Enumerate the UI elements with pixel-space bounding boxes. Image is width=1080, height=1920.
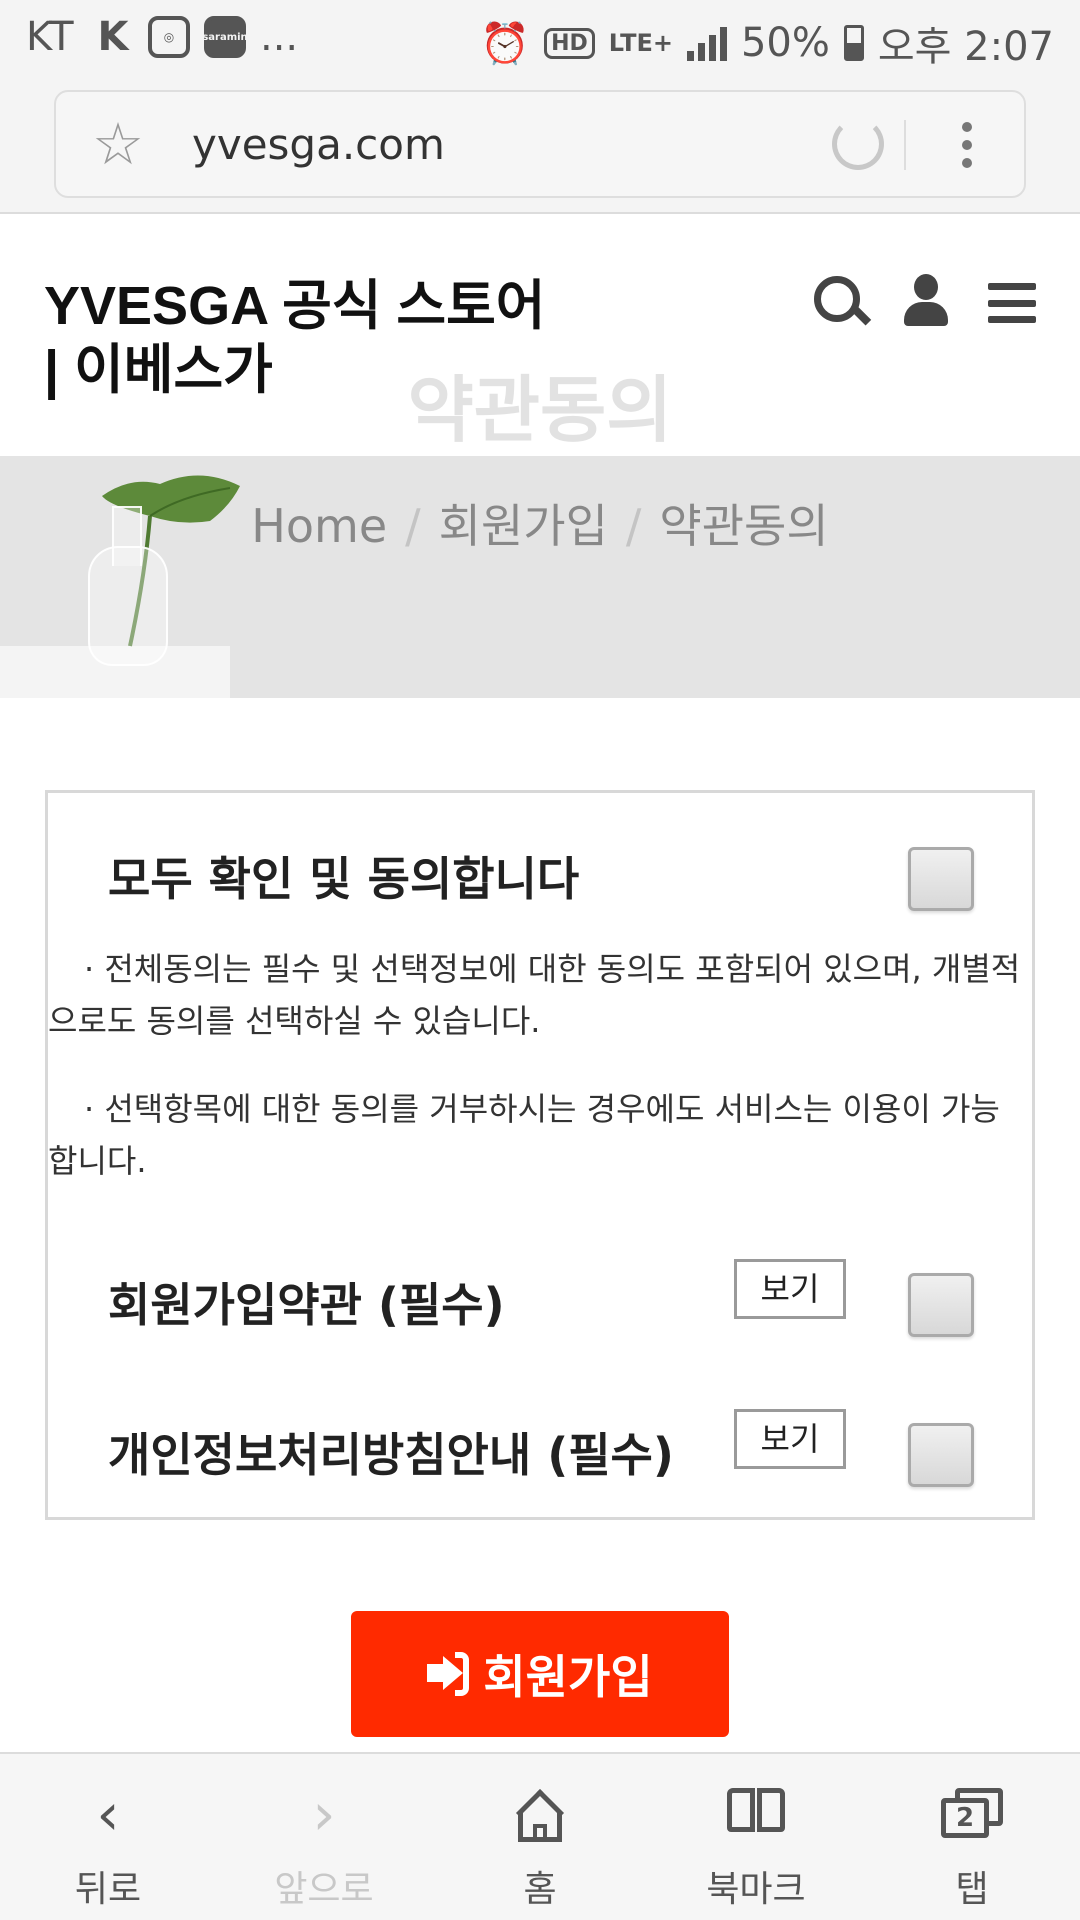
battery-icon (843, 25, 864, 61)
privacy-label: 개인정보처리방침안내 (필수) (108, 1428, 674, 1482)
nav-home-label: 홈 (523, 1869, 557, 1910)
nav-forward-label: 앞으로 (274, 1869, 374, 1910)
user-icon[interactable] (900, 274, 952, 326)
agreement-panel: 모두 확인 및 동의합니다 · 전체동의는 필수 및 선택정보에 대한 동의도 … (45, 790, 1035, 1520)
tabs-icon: 2 (941, 1788, 1003, 1840)
terms-view-button[interactable]: 보기 (734, 1259, 846, 1319)
nav-forward[interactable]: › 앞으로 (216, 1754, 432, 1920)
agree-all-checkbox[interactable] (908, 847, 974, 911)
join-button-label: 회원가입 (483, 1650, 653, 1704)
nav-tabs[interactable]: 2 탭 (864, 1754, 1080, 1920)
header-icons (812, 274, 1040, 326)
hamburger-menu-icon[interactable] (988, 283, 1040, 323)
back-icon: ‹ (96, 1780, 120, 1848)
notice-text-1: · 전체동의는 필수 및 선택정보에 대한 동의도 포함되어 있으며, 개별적으… (48, 950, 1021, 1040)
alarm-icon: ⏰ (480, 20, 531, 67)
nav-bookmarks[interactable]: 북마크 (648, 1754, 864, 1920)
hd-icon: HD (544, 27, 595, 59)
address-bar[interactable]: ☆ yvesga.com (54, 90, 1026, 198)
terms-checkbox[interactable] (908, 1273, 974, 1337)
url-text[interactable]: yvesga.com (192, 120, 445, 169)
privacy-view-button[interactable]: 보기 (734, 1409, 846, 1469)
network-label: LTE+ (608, 29, 673, 57)
browser-toolbar: ☆ yvesga.com (0, 76, 1080, 214)
breadcrumb-home[interactable]: Home (251, 499, 387, 553)
more-notifications: ... (260, 14, 299, 60)
privacy-checkbox[interactable] (908, 1423, 974, 1487)
bookmark-book-icon (727, 1788, 785, 1838)
saramin-icon: saramin (202, 16, 248, 58)
more-menu-icon[interactable] (962, 122, 972, 168)
saramin-label: saramin (202, 31, 248, 43)
nav-back[interactable]: ‹ 뒤로 (0, 1754, 216, 1920)
site-header: YVESGA 공식 스토어 | 이베스가 약관동의 (0, 216, 1080, 456)
reload-icon[interactable] (832, 118, 884, 170)
breadcrumb-current: 약관동의 (659, 499, 829, 553)
signal-icon (686, 25, 727, 61)
carrier-label: KT (26, 14, 74, 60)
status-right: ⏰ HD LTE+ 50% 오후 2:07 (480, 14, 1054, 72)
vase (88, 546, 168, 666)
notification-icons: K ◎ saramin ... (92, 14, 299, 60)
home-icon (514, 1788, 566, 1842)
nav-bookmarks-label: 북마크 (706, 1869, 806, 1910)
tab-count: 2 (941, 1798, 989, 1838)
nav-home[interactable]: 홈 (432, 1754, 648, 1920)
notice-text-2: · 선택항목에 대한 동의를 거부하시는 경우에도 서비스는 이용이 가능합니다… (48, 1090, 1000, 1180)
nav-back-label: 뒤로 (74, 1869, 142, 1910)
page-banner: Home / 회원가입 / 약관동의 (0, 456, 1080, 698)
instagram-icon: ◎ (148, 16, 190, 58)
nav-tabs-label: 탭 (955, 1869, 989, 1910)
breadcrumb: Home / 회원가입 / 약관동의 (0, 490, 1080, 556)
k-icon: K (97, 14, 129, 60)
join-button[interactable]: 회원가입 (351, 1611, 729, 1737)
toolbar-divider (904, 120, 906, 170)
breadcrumb-separator: / (405, 499, 421, 553)
search-icon[interactable] (812, 274, 864, 326)
forward-icon: › (312, 1780, 336, 1848)
bookmark-star-icon[interactable]: ☆ (92, 115, 144, 173)
battery-percent: 50% (740, 20, 830, 66)
page-title: 약관동의 (407, 368, 673, 452)
breadcrumb-join[interactable]: 회원가입 (439, 499, 608, 553)
clock: 오후 2:07 (877, 24, 1054, 70)
sign-in-icon (427, 1652, 470, 1696)
status-bar: KT K ◎ saramin ... ⏰ HD LTE+ 50% 오후 2:07 (0, 0, 1080, 76)
breadcrumb-separator: / (625, 499, 642, 553)
terms-label: 회원가입약관 (필수) (108, 1278, 505, 1332)
agree-all-label: 모두 확인 및 동의합니다 (108, 852, 580, 906)
browser-bottom-nav: ‹ 뒤로 › 앞으로 홈 북마크 2 탭 (0, 1752, 1080, 1920)
